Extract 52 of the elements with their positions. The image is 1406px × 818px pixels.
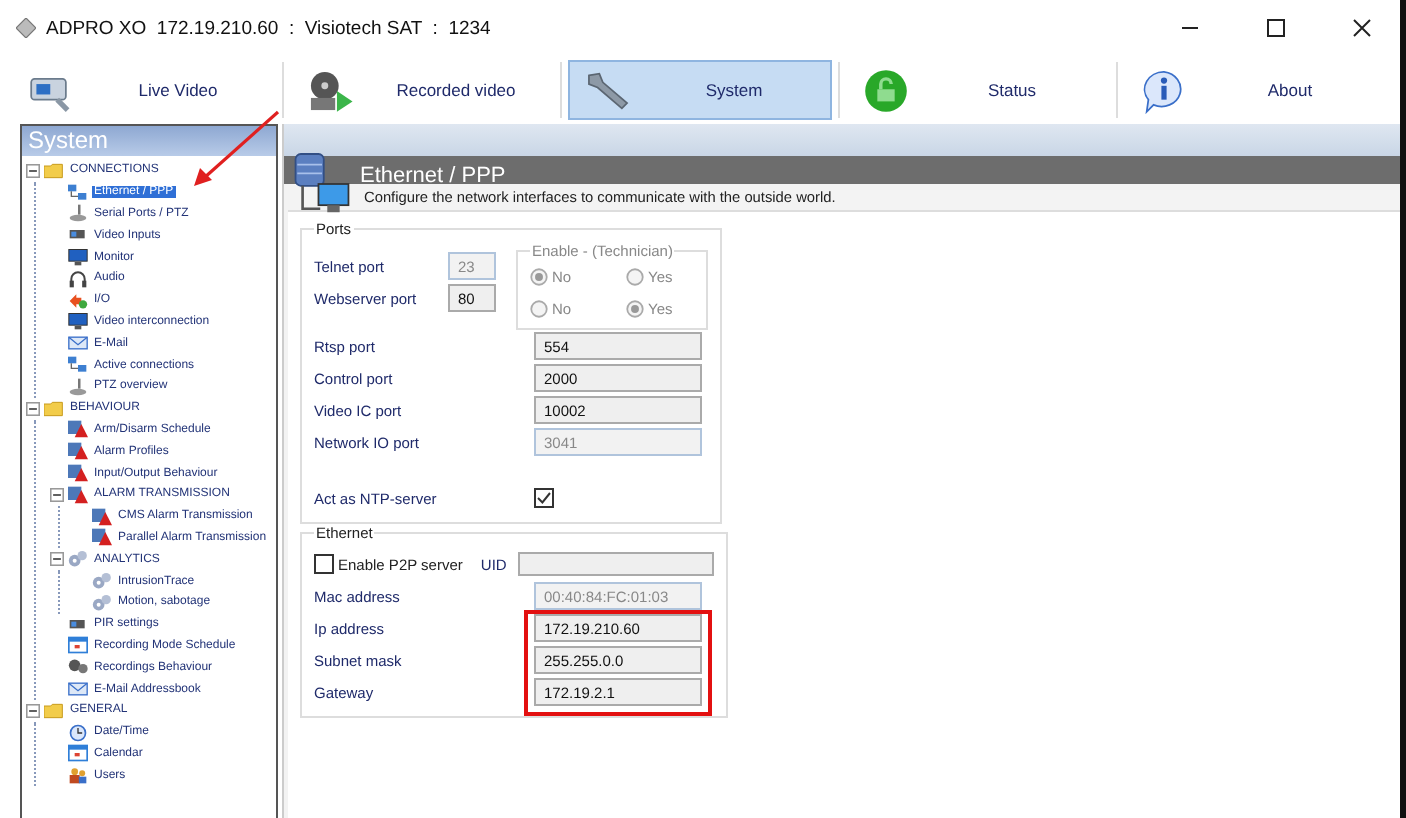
folder-icon [44, 701, 64, 720]
mail-icon [68, 680, 88, 699]
collapse-icon[interactable] [26, 703, 40, 718]
wrench-icon [582, 67, 634, 113]
collapse-icon[interactable] [50, 552, 64, 567]
annotation-arrow [192, 110, 282, 190]
folder-icon [44, 161, 64, 180]
camera-icon [68, 615, 88, 634]
folder-icon [44, 399, 64, 418]
mail-icon [68, 334, 88, 353]
users-icon [68, 766, 88, 785]
warning-icon [68, 485, 88, 504]
warning-icon [92, 507, 112, 526]
warning-icon [68, 442, 88, 461]
window-title: ADPRO XO 172.19.210.60 : Visiotech SAT : 1234 [46, 17, 491, 39]
nav-tab[interactable]: Live Video [12, 60, 276, 120]
collapse-icon[interactable] [26, 163, 40, 178]
radio-icon[interactable] [626, 299, 644, 317]
joystick-icon [68, 377, 88, 396]
warning-icon [68, 464, 88, 483]
gears-icon [92, 593, 112, 612]
monitor-icon [68, 248, 88, 267]
lock-icon [860, 67, 912, 113]
checkbox[interactable] [534, 488, 554, 508]
headset-icon [68, 269, 88, 288]
nav-tab[interactable]: Status [846, 60, 1110, 120]
monitor-icon [68, 312, 88, 331]
network-icon [68, 183, 88, 202]
radio-icon[interactable] [530, 299, 548, 317]
nav-tab[interactable]: Recorded video [290, 60, 554, 120]
close-icon[interactable] [1352, 18, 1372, 38]
gears-icon [92, 572, 112, 591]
nav-tab[interactable]: About [1124, 60, 1388, 120]
sidebar-title: System [22, 126, 276, 156]
io-icon [68, 291, 88, 310]
warning-icon [92, 528, 112, 547]
collapse-icon[interactable] [50, 487, 64, 502]
joystick-icon [68, 204, 88, 223]
clock-icon [68, 723, 88, 742]
page-title: Ethernet / PPP [360, 164, 506, 188]
calendar-icon [68, 744, 88, 763]
maximize-icon[interactable] [1266, 18, 1286, 38]
gears-icon [68, 550, 88, 569]
collapse-icon[interactable] [26, 401, 40, 416]
app-icon [16, 18, 36, 38]
calendar-icon [68, 636, 88, 655]
network-icon [68, 356, 88, 375]
nav-tab[interactable]: System [568, 60, 832, 120]
film-reel-icon [68, 658, 88, 677]
input-field[interactable] [518, 552, 715, 576]
checkbox[interactable] [314, 554, 334, 574]
warning-icon [68, 420, 88, 439]
